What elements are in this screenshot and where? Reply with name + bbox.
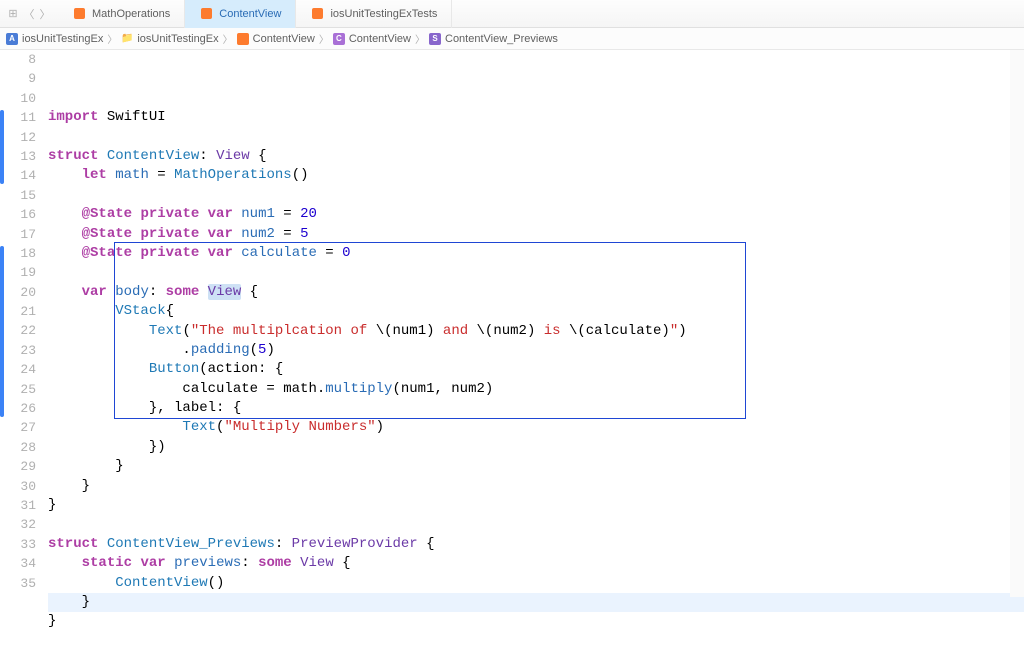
back-icon[interactable]: 〈 bbox=[22, 7, 36, 21]
code-line[interactable]: } bbox=[48, 593, 1024, 612]
line-number: 12 bbox=[4, 128, 36, 147]
code-line[interactable]: static var previews: some View { bbox=[48, 554, 1024, 573]
code-line[interactable]: import SwiftUI bbox=[48, 108, 1024, 127]
line-number: 16 bbox=[4, 205, 36, 224]
line-number: 31 bbox=[4, 496, 36, 515]
tab-iosunittestingextests[interactable]: iosUnitTestingExTests bbox=[296, 0, 452, 28]
breadcrumb: AiosUnitTestingEx 〉 📁 iosUnitTestingEx 〉 Cont… bbox=[0, 28, 1024, 50]
code-line[interactable]: var body: some View { bbox=[48, 283, 1024, 302]
breadcrumb-label: iosUnitTestingEx bbox=[137, 33, 218, 45]
code-line[interactable]: .padding(5) bbox=[48, 341, 1024, 360]
code-line[interactable]: @State private var num2 = 5 bbox=[48, 225, 1024, 244]
breadcrumb-item[interactable]: ContentView bbox=[237, 33, 315, 45]
line-number: 24 bbox=[4, 360, 36, 379]
breadcrumb-item[interactable]: 📁 iosUnitTestingEx bbox=[121, 33, 218, 45]
line-number: 26 bbox=[4, 399, 36, 418]
tab-navigation: ⊞ 〈 〉 bbox=[0, 7, 58, 21]
line-number: 18 bbox=[4, 244, 36, 263]
breadcrumb-container: AiosUnitTestingEx 〉 📁 iosUnitTestingEx 〉 Cont… bbox=[6, 31, 558, 46]
code-line[interactable]: struct ContentView_Previews: PreviewProv… bbox=[48, 535, 1024, 554]
line-number: 19 bbox=[4, 263, 36, 282]
line-number: 17 bbox=[4, 225, 36, 244]
line-number: 8 bbox=[4, 50, 36, 69]
line-number: 34 bbox=[4, 554, 36, 573]
line-number: 9 bbox=[4, 69, 36, 88]
tab-label: MathOperations bbox=[92, 8, 170, 20]
line-number: 20 bbox=[4, 283, 36, 302]
swift-file-icon bbox=[72, 7, 86, 21]
code-line[interactable]: } bbox=[48, 496, 1024, 515]
related-items-icon[interactable]: ⊞ bbox=[6, 7, 20, 21]
code-line[interactable]: } bbox=[48, 612, 1024, 631]
tabs-container: MathOperations ContentView iosUnitTestingE… bbox=[58, 0, 452, 28]
tab-label: iosUnitTestingExTests bbox=[330, 8, 437, 20]
code-line[interactable]: Button(action: { bbox=[48, 360, 1024, 379]
app-icon: A bbox=[6, 33, 18, 45]
breadcrumb-label: iosUnitTestingEx bbox=[22, 33, 103, 45]
line-number: 28 bbox=[4, 438, 36, 457]
swift-file-icon bbox=[310, 7, 324, 21]
tab-mathoperations[interactable]: MathOperations bbox=[58, 0, 185, 28]
code-line[interactable]: } bbox=[48, 477, 1024, 496]
code-line[interactable]: Text("The multiplcation of \(num1) and \… bbox=[48, 322, 1024, 341]
line-number: 21 bbox=[4, 302, 36, 321]
scrollbar-track[interactable] bbox=[1010, 50, 1024, 597]
code-line[interactable] bbox=[48, 632, 1024, 651]
breadcrumb-item[interactable]: S ContentView_Previews bbox=[429, 33, 558, 45]
breadcrumb-separator: 〉 bbox=[415, 31, 425, 46]
tab-label: ContentView bbox=[219, 8, 281, 20]
breadcrumb-separator: 〉 bbox=[107, 31, 117, 46]
code-line[interactable]: let math = MathOperations() bbox=[48, 166, 1024, 185]
line-number-gutter: 8910111213141516171819202122232425262728… bbox=[4, 50, 48, 597]
folder-icon: 📁 bbox=[121, 33, 133, 45]
code-line[interactable] bbox=[48, 263, 1024, 282]
line-number: 13 bbox=[4, 147, 36, 166]
code-line[interactable] bbox=[48, 186, 1024, 205]
breadcrumb-separator: 〉 bbox=[223, 31, 233, 46]
line-number: 22 bbox=[4, 321, 36, 340]
line-number: 11 bbox=[4, 108, 36, 127]
code-line[interactable]: calculate = math.multiply(num1, num2) bbox=[48, 380, 1024, 399]
line-number: 25 bbox=[4, 380, 36, 399]
breadcrumb-item[interactable]: AiosUnitTestingEx bbox=[6, 33, 103, 45]
code-line[interactable]: @State private var calculate = 0 bbox=[48, 244, 1024, 263]
tab-bar: ⊞ 〈 〉 MathOperations ContentView iosUnitTe… bbox=[0, 0, 1024, 28]
code-line[interactable]: } bbox=[48, 457, 1024, 476]
code-line[interactable]: VStack{ bbox=[48, 302, 1024, 321]
code-line[interactable]: }, label: { bbox=[48, 399, 1024, 418]
forward-icon[interactable]: 〉 bbox=[38, 7, 52, 21]
line-number: 33 bbox=[4, 535, 36, 554]
line-number: 10 bbox=[4, 89, 36, 108]
breadcrumb-item[interactable]: C ContentView bbox=[333, 33, 411, 45]
code-line[interactable]: struct ContentView: View { bbox=[48, 147, 1024, 166]
change-marker bbox=[0, 110, 4, 184]
s-icon: S bbox=[429, 33, 441, 45]
line-number: 29 bbox=[4, 457, 36, 476]
swift-file-icon bbox=[199, 7, 213, 21]
line-number: 30 bbox=[4, 477, 36, 496]
breadcrumb-label: ContentView_Previews bbox=[445, 33, 558, 45]
tab-contentview[interactable]: ContentView bbox=[185, 0, 296, 28]
line-number: 14 bbox=[4, 166, 36, 185]
code-line[interactable]: ContentView() bbox=[48, 574, 1024, 593]
breadcrumb-separator: 〉 bbox=[319, 31, 329, 46]
code-line[interactable]: Text("Multiply Numbers") bbox=[48, 418, 1024, 437]
swift-icon bbox=[237, 33, 249, 45]
line-number: 23 bbox=[4, 341, 36, 360]
code-area[interactable]: import SwiftUI struct ContentView: View {… bbox=[48, 50, 1024, 597]
change-marker bbox=[0, 246, 4, 417]
code-line[interactable] bbox=[48, 515, 1024, 534]
breadcrumb-label: ContentView bbox=[349, 33, 411, 45]
line-number: 15 bbox=[4, 186, 36, 205]
c-icon: C bbox=[333, 33, 345, 45]
line-number: 32 bbox=[4, 515, 36, 534]
breadcrumb-label: ContentView bbox=[253, 33, 315, 45]
line-number: 35 bbox=[4, 574, 36, 593]
change-marker-gutter bbox=[0, 50, 4, 597]
code-line[interactable]: }) bbox=[48, 438, 1024, 457]
line-number: 27 bbox=[4, 418, 36, 437]
code-editor[interactable]: 8910111213141516171819202122232425262728… bbox=[0, 50, 1024, 597]
code-line[interactable]: @State private var num1 = 20 bbox=[48, 205, 1024, 224]
code-line[interactable] bbox=[48, 128, 1024, 147]
